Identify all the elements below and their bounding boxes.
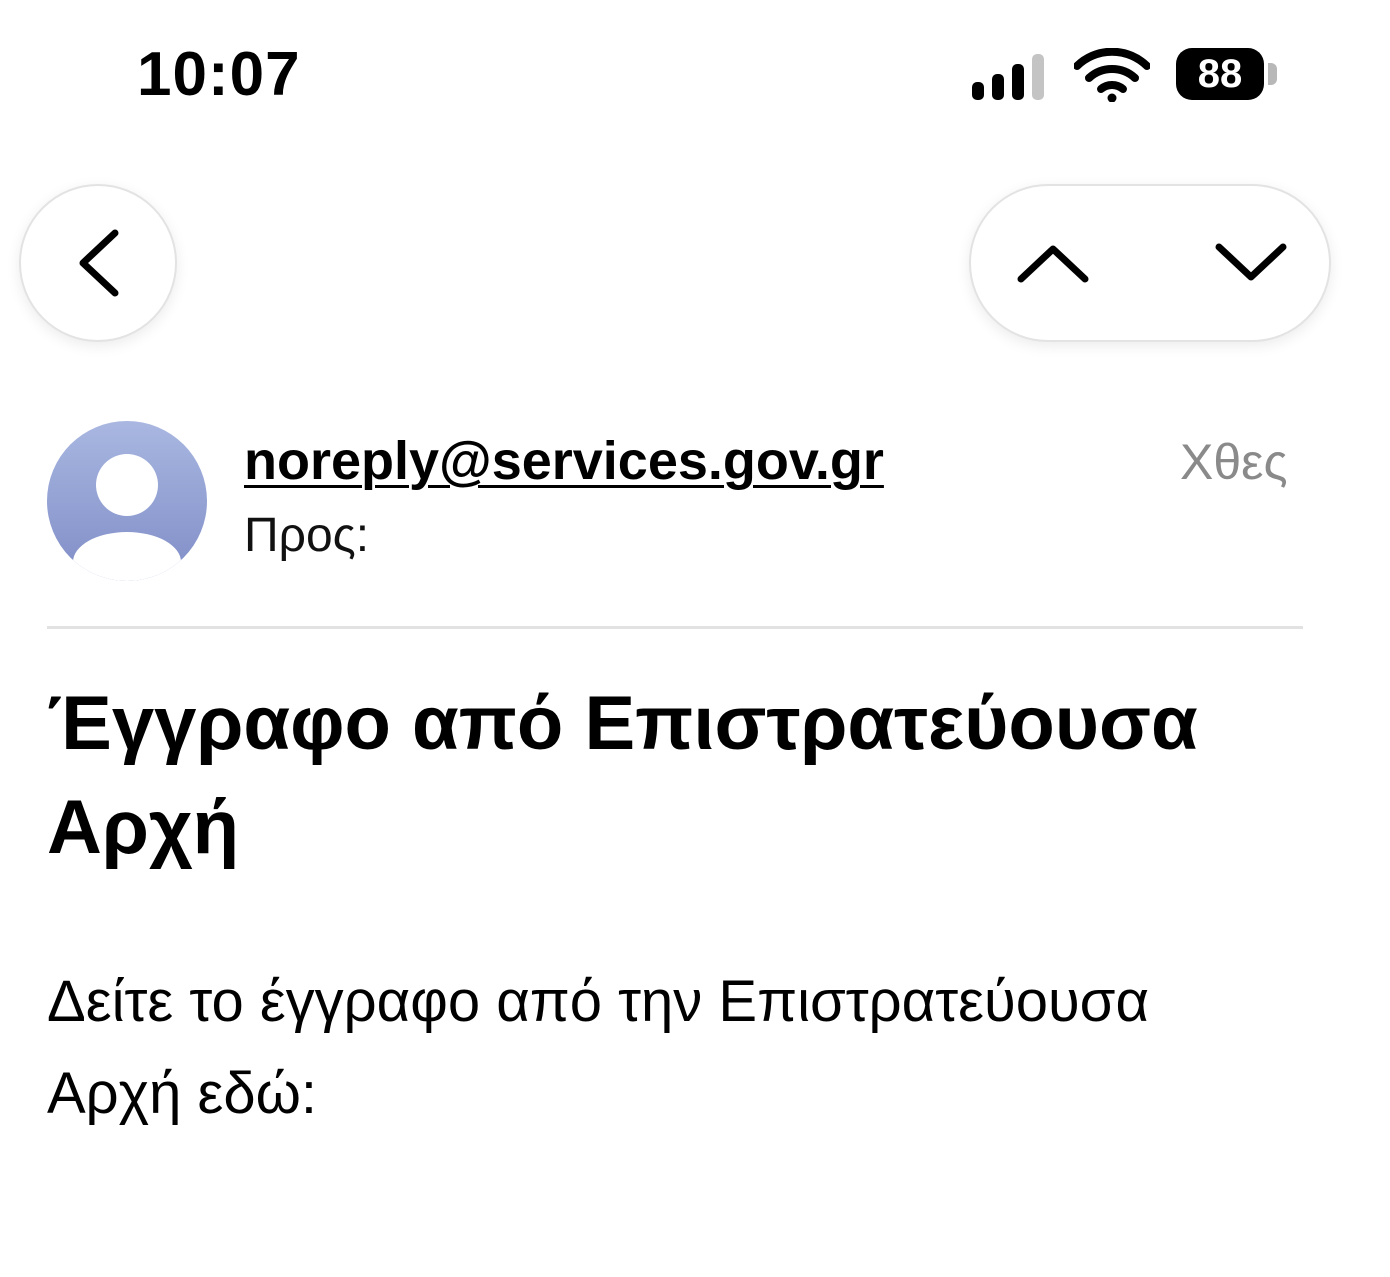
recipient-value-redacted[interactable] [395, 506, 975, 568]
back-button[interactable] [19, 184, 177, 342]
sender-address[interactable]: noreply@services.gov.gr [244, 428, 884, 494]
cellular-signal-icon [972, 54, 1044, 100]
document-link-redacted-continuation[interactable] [35, 1148, 805, 1216]
header-divider [47, 626, 1303, 629]
chevron-up-icon [1017, 245, 1089, 283]
email-subject: Έγγραφο από Επιστρατεύουσα Αρχή [47, 681, 1198, 870]
battery-tip [1268, 63, 1277, 85]
status-time: 10:07 [137, 40, 301, 109]
document-link-redacted[interactable] [335, 1060, 1300, 1130]
previous-message-button[interactable] [1001, 211, 1105, 315]
next-message-button[interactable] [1199, 211, 1303, 315]
message-navigation [969, 184, 1331, 342]
sender-avatar[interactable] [47, 421, 207, 581]
battery-level: 88 [1197, 52, 1243, 96]
wifi-icon [1074, 48, 1150, 102]
recipient-label: Προς: [244, 509, 370, 562]
body-text-line2: Αρχή εδώ: [47, 1061, 318, 1126]
chevron-left-icon [79, 229, 119, 297]
person-icon [73, 454, 181, 581]
message-date: Χθες [1180, 434, 1288, 490]
battery-indicator: 88 [1176, 48, 1264, 100]
chevron-down-icon [1215, 243, 1287, 281]
email-screen: 10:07 88 noreply@services.gov.gr Προς: Χ… [0, 0, 1390, 1277]
body-text-line1: Δείτε το έγγραφο από την Επιστρατεύουσα [47, 969, 1149, 1034]
